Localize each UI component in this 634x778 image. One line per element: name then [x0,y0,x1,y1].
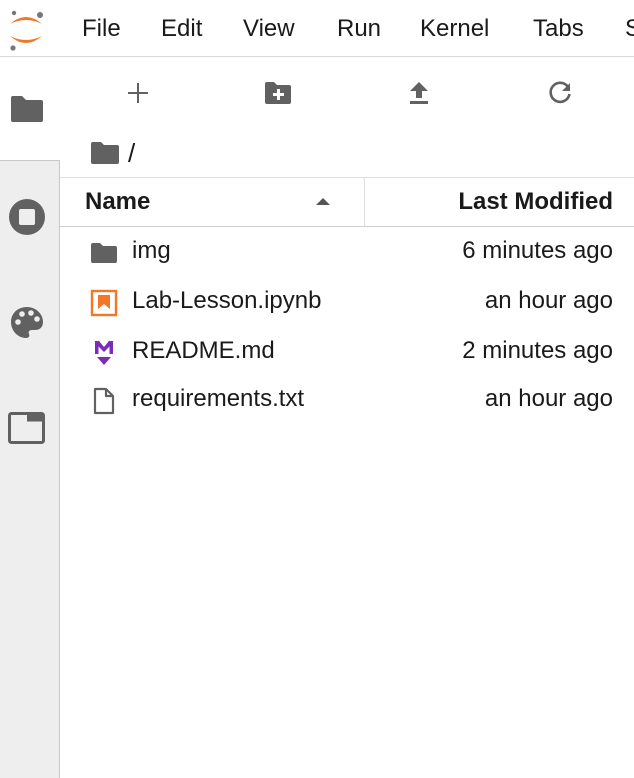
listing-header: Name Last Modified [60,177,634,227]
file-modified: an hour ago [484,287,613,314]
breadcrumb-root[interactable]: / [128,138,135,169]
menu-file[interactable]: File [82,13,121,45]
new-folder-icon [265,82,291,104]
menu-settings[interactable]: S [625,13,634,45]
menu-kernel[interactable]: Kernel [420,13,489,45]
upload-icon [410,82,428,104]
activity-tab-palette[interactable] [0,300,60,350]
file-row[interactable]: README.md 2 minutes ago [60,329,634,377]
file-name: README.md [132,337,275,364]
add-icon [128,83,148,103]
sort-ascending-icon [316,198,330,205]
file-name: img [132,237,171,264]
column-header-modified[interactable]: Last Modified [458,188,613,216]
refresh-icon [549,81,571,104]
file-modified: 2 minutes ago [462,337,613,364]
palette-icon [11,307,43,338]
refresh-button[interactable] [542,75,578,111]
menu-view[interactable]: View [243,13,295,45]
folder-icon [91,243,117,263]
home-folder-icon[interactable] [90,141,120,165]
menu-edit[interactable]: Edit [161,13,202,45]
text-file-icon [93,387,115,415]
tab-icon [8,412,45,444]
column-header-name[interactable]: Name [60,178,365,226]
file-row[interactable]: img 6 minutes ago [60,229,634,277]
activity-tab-file-browser[interactable] [0,57,61,161]
new-folder-button[interactable] [260,75,296,111]
breadcrumb: / [90,137,135,169]
folder-icon [11,96,43,122]
upload-button[interactable] [401,75,437,111]
file-row[interactable]: Lab-Lesson.ipynb an hour ago [60,279,634,327]
file-row[interactable]: requirements.txt an hour ago [60,377,634,425]
file-browser-panel: / Name Last Modified img 6 minutes ago L… [60,57,634,778]
running-icon [9,199,45,235]
file-name: requirements.txt [132,385,305,412]
file-name: Lab-Lesson.ipynb [132,287,322,314]
menu-run[interactable]: Run [337,13,381,45]
activity-tab-running[interactable] [0,192,60,242]
new-launcher-button[interactable] [120,75,156,111]
jupyter-logo-icon [6,8,46,52]
menu-bar: File Edit View Run Kernel Tabs S [0,0,634,57]
column-header-name-label: Name [85,188,151,215]
file-modified: an hour ago [484,385,613,412]
file-modified: 6 minutes ago [462,237,613,264]
activity-bar [0,57,61,778]
activity-tab-tabs[interactable] [0,407,60,457]
markdown-icon [95,341,113,365]
menu-tabs[interactable]: Tabs [533,13,584,45]
notebook-icon [90,289,118,317]
